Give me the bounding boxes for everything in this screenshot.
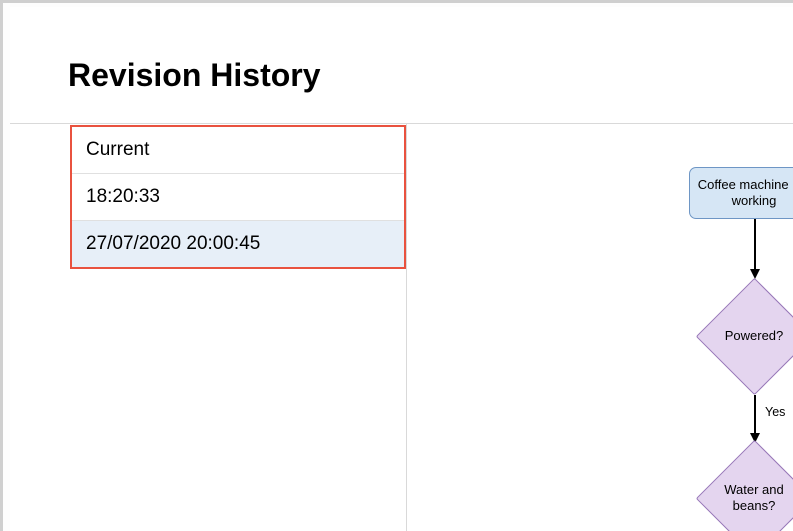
- flowchart-connector: [754, 395, 756, 435]
- flowchart-decision-label: Water and beans?: [704, 482, 793, 513]
- revision-item-selected[interactable]: 27/07/2020 20:00:45: [72, 221, 404, 267]
- window-frame: Revision History Current 18:20:33 27/07/…: [0, 0, 793, 531]
- flowchart-diagram: Coffee machine not working Powered? Yes …: [407, 123, 793, 531]
- revision-item[interactable]: 18:20:33: [72, 174, 404, 221]
- document-surface: Revision History Current 18:20:33 27/07/…: [10, 7, 793, 531]
- flowchart-edge-label: Yes: [765, 405, 785, 419]
- flowchart-decision-node[interactable]: Water and beans?: [695, 439, 793, 531]
- page-title: Revision History: [68, 57, 321, 94]
- revision-history-panel: Current 18:20:33 27/07/2020 20:00:45: [70, 125, 406, 269]
- diagram-preview-pane: Coffee machine not working Powered? Yes …: [407, 123, 793, 531]
- revision-item-current[interactable]: Current: [72, 127, 404, 174]
- flowchart-decision-label: Powered?: [725, 328, 784, 344]
- flowchart-connector: [754, 219, 756, 271]
- flowchart-start-node[interactable]: Coffee machine not working: [689, 167, 793, 219]
- flowchart-decision-node[interactable]: Powered?: [695, 277, 793, 395]
